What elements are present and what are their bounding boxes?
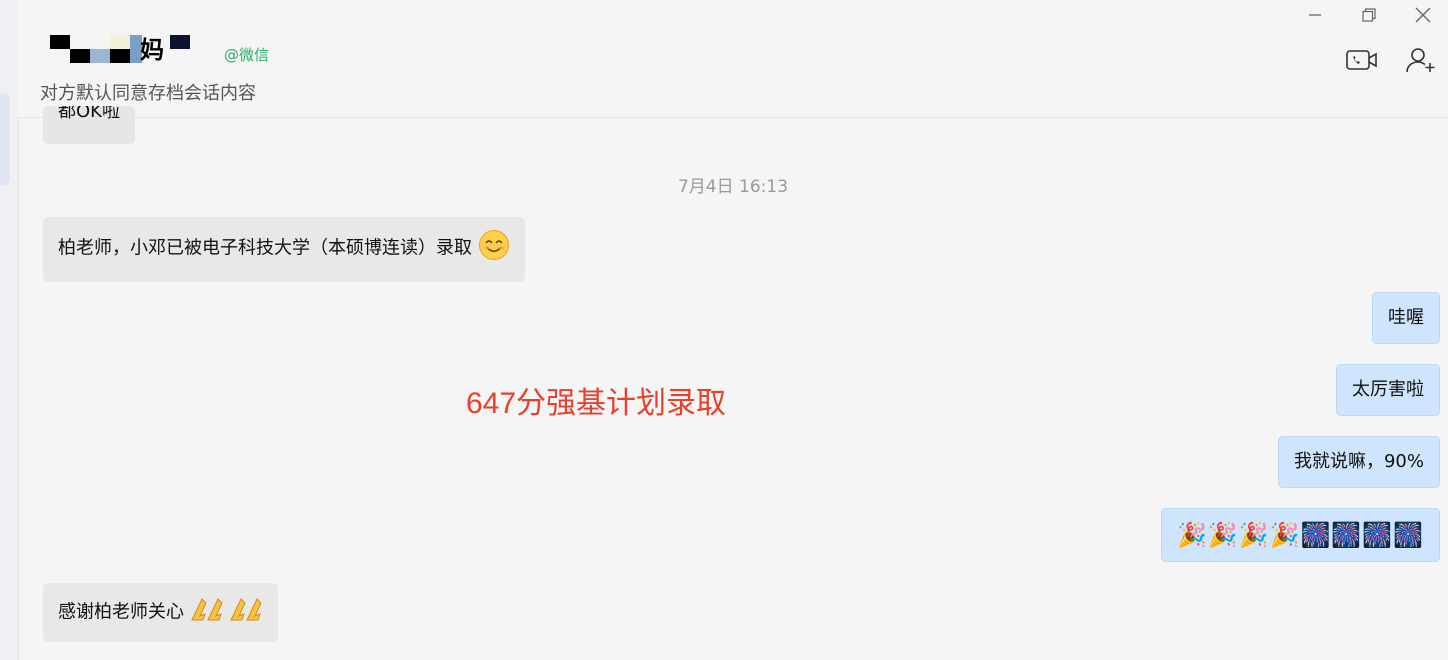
outgoing-emoji-message-bubble[interactable]: 🎉🎉🎉🎉🎆🎆🎆🎆 [1160, 508, 1440, 562]
window-controls [1298, 2, 1440, 28]
contact-name: 妈 [140, 36, 164, 64]
wechat-tag: @微信 [224, 46, 270, 64]
restore-button[interactable] [1352, 2, 1386, 28]
active-conversation-indicator [0, 93, 10, 185]
message-timestamp: 7月4日 16:13 [677, 177, 789, 197]
praying-hands-emoji-icon [229, 595, 263, 630]
partial-message-bubble: 都OK啦 [43, 106, 135, 144]
outgoing-message-bubble[interactable]: 我就说嘛，90% [1277, 436, 1440, 488]
video-call-button[interactable] [1344, 44, 1380, 76]
minimize-icon [1309, 14, 1321, 16]
message-text: 哇喔 [1388, 307, 1424, 328]
message-text: 太厉害啦 [1352, 379, 1424, 400]
praying-hands-emoji-icon [190, 595, 224, 630]
chat-header: 妈 @微信 对方默认同意存档会话内容 [18, 0, 1448, 118]
message-text: 我就说嘛，90% [1293, 451, 1424, 472]
header-actions [1344, 44, 1440, 76]
partial-message-text: 都OK啦 [58, 106, 120, 122]
add-contact-button[interactable] [1404, 44, 1440, 76]
close-button[interactable] [1406, 2, 1440, 28]
contact-avatar-mosaic [48, 28, 190, 72]
archive-notice: 对方默认同意存档会话内容 [40, 83, 256, 104]
incoming-message-bubble[interactable]: 感谢柏老师关心 [43, 583, 279, 642]
minimize-button[interactable] [1298, 2, 1332, 28]
chat-window: 妈 @微信 对方默认同意存档会话内容 都OK啦 7月4日 16:13 柏老师，小… [0, 0, 1448, 660]
admission-caption: 647分强基计划录取 [466, 387, 727, 420]
celebration-emoji-text: 🎉🎉🎉🎉🎆🎆🎆🎆 [1176, 521, 1424, 549]
message-text: 感谢柏老师关心 [58, 601, 184, 623]
incoming-message-bubble[interactable]: 柏老师，小邓已被电子科技大学（本硕博连读）录取 [43, 217, 525, 282]
video-call-icon [1346, 50, 1377, 70]
outgoing-message-bubble[interactable]: 哇喔 [1372, 292, 1440, 344]
redacted-name-mosaic [48, 28, 190, 72]
message-list[interactable]: 都OK啦 7月4日 16:13 柏老师，小邓已被电子科技大学（本硕博连读）录取 … [18, 106, 1448, 660]
add-contact-icon [1406, 48, 1435, 73]
outgoing-message-bubble[interactable]: 太厉害啦 [1336, 364, 1440, 416]
smile-emoji-icon [478, 229, 510, 268]
restore-icon [1362, 8, 1376, 22]
left-sidebar-strip [0, 0, 19, 660]
message-text: 柏老师，小邓已被电子科技大学（本硕博连读）录取 [58, 237, 472, 259]
close-icon [1415, 7, 1431, 23]
